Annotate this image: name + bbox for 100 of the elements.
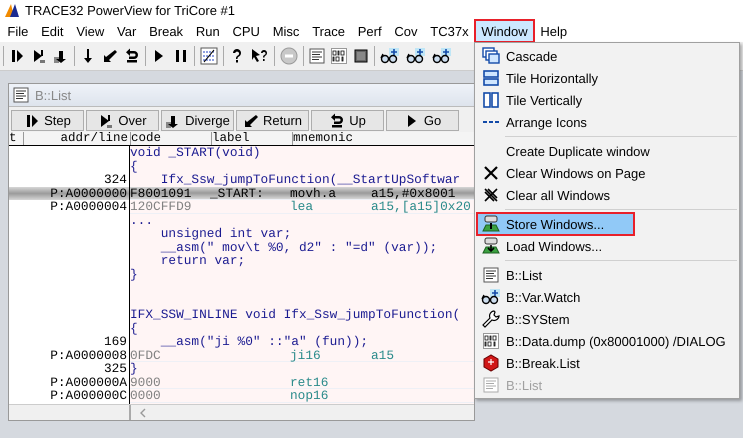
mnemonic-cell: ret16: [290, 374, 328, 390]
menu-item[interactable]: Var: [110, 20, 143, 42]
return-icon: [242, 112, 259, 128]
toolbar-button[interactable]: Diverge: [161, 110, 234, 131]
toolbar-button[interactable]: Up: [311, 110, 384, 131]
address-cell: P:A0000000: [50, 186, 127, 200]
wrench-icon: [482, 310, 500, 328]
app-logo-icon: [4, 2, 20, 18]
toolbar-button[interactable]: Over: [86, 110, 159, 131]
column-header[interactable]: t: [9, 131, 17, 145]
glasses-icon[interactable]: [380, 48, 400, 64]
mnemonic-cell: ji16: [290, 348, 321, 362]
menu-item[interactable]: Window: [474, 20, 534, 42]
menu-item[interactable]: Run: [189, 20, 226, 42]
stop-icon[interactable]: [280, 47, 298, 65]
step-over-icon: [98, 112, 114, 128]
menu-item[interactable]: Edit: [34, 20, 70, 42]
address-cell: P:A000000A: [50, 374, 127, 390]
opcode-cell: F8001091: [130, 186, 192, 200]
cascade-icon: [482, 47, 500, 65]
address-cell: P:A0000004: [50, 199, 127, 214]
source-line: }: [130, 268, 138, 281]
menu-item[interactable]: Create Duplicate window: [477, 140, 737, 162]
source-line: __asm("ji %0" ::"a" (fun));: [160, 335, 368, 348]
binary-icon[interactable]: [331, 48, 347, 64]
source-line: unsigned int var;: [160, 227, 292, 240]
toolbar-button[interactable]: Go: [386, 110, 459, 131]
menu-item[interactable]: Tile Horizontally: [477, 67, 737, 89]
source-line: ...: [130, 214, 154, 227]
context-help-icon[interactable]: [251, 48, 269, 64]
load-icon: [482, 237, 500, 255]
menu-item[interactable]: Break: [142, 20, 190, 42]
menu-item[interactable]: Clear all Windows: [477, 184, 737, 206]
store-icon: [482, 215, 500, 233]
menu-item[interactable]: File: [1, 20, 35, 42]
opcode-cell: 120CFFD9: [130, 199, 192, 214]
tile-vertical-icon: [482, 91, 500, 109]
operand-cell: a15,[a15]0x20: [371, 199, 471, 214]
column-header[interactable]: mnemonic: [293, 131, 354, 145]
chip-icon[interactable]: [353, 48, 369, 64]
address-cell: 325: [104, 361, 127, 376]
close-icon: [482, 164, 500, 182]
menu-item[interactable]: B::Break.List: [477, 352, 737, 374]
grid-icon[interactable]: [200, 47, 218, 65]
window-title: B::List: [35, 88, 72, 102]
menu-item[interactable]: Arrange Icons: [477, 111, 737, 133]
mnemonic-cell: lea: [290, 199, 314, 214]
source-line: Ifx_Ssw_jumpToFunction(__StartUpSoftwar: [160, 173, 460, 186]
column-header[interactable]: label: [212, 131, 250, 145]
menu-item[interactable]: B::Var.Watch: [477, 286, 737, 308]
return-icon[interactable]: [102, 48, 118, 64]
menu-item[interactable]: Help: [534, 20, 574, 42]
menu-item[interactable]: B::List: [477, 264, 737, 286]
menu-item[interactable]: Misc: [266, 20, 306, 42]
step-over-icon[interactable]: [31, 48, 47, 64]
address-cell: P:A0000008: [50, 348, 127, 362]
source-line: }: [130, 362, 138, 376]
cube-icon: [482, 354, 500, 372]
menu-item[interactable]: Cov: [388, 20, 424, 42]
toolbar-button[interactable]: Step: [11, 110, 84, 131]
source-line: return var;: [160, 254, 246, 268]
mnemonic-cell: nop16: [290, 388, 328, 403]
menu-item[interactable]: Load Windows...: [477, 235, 737, 257]
menu-item[interactable]: Tile Vertically: [477, 89, 737, 111]
double-x-icon: [482, 186, 500, 204]
source-line: __asm(" mov\t %0, d2" : "=d" (var));: [160, 240, 438, 254]
menu-item[interactable]: Clear Windows on Page: [477, 162, 737, 184]
pause-icon[interactable]: [173, 48, 189, 64]
column-header[interactable]: addr/line: [60, 131, 128, 145]
menu-item[interactable]: CPU: [226, 20, 266, 42]
source-line: IFX_SSW_INLINE void Ifx_Ssw_jumpToFunction(: [130, 308, 460, 322]
menu-item[interactable]: Trace: [306, 20, 352, 42]
menu-item[interactable]: TC37x: [424, 20, 475, 42]
list-icon: [483, 267, 499, 283]
menu-item[interactable]: B::SYStem: [477, 308, 737, 330]
dashes-icon: [483, 121, 499, 123]
operand-cell: a15,#0x8001: [371, 186, 456, 200]
menu-item[interactable]: View: [70, 20, 111, 42]
address-cell: 169: [104, 334, 127, 349]
step-icon[interactable]: [9, 48, 25, 64]
glasses-icon[interactable]: [406, 48, 426, 64]
label-cell: _START:: [210, 186, 264, 200]
source-line: void _START(void): [130, 146, 261, 160]
menu-item[interactable]: Store Windows...: [477, 213, 634, 235]
opcode-cell: 9000: [130, 374, 161, 390]
list-icon[interactable]: [309, 48, 325, 64]
address-cell: P:A000000C: [50, 388, 127, 403]
toolbar-button[interactable]: Return: [236, 110, 309, 131]
list-icon: [483, 377, 499, 393]
source-line: {: [130, 160, 138, 173]
menu-item[interactable]: Cascade: [477, 45, 737, 67]
window-title: TRACE32 PowerView for TriCore #1: [25, 2, 236, 18]
column-header[interactable]: code: [131, 131, 162, 145]
menu-item[interactable]: B::Data.dump (0x80001000) /DIALOG: [477, 330, 737, 352]
curved-arrow-icon[interactable]: [124, 48, 140, 64]
glasses-icon[interactable]: [432, 48, 452, 64]
opcode-cell: 0FDC: [130, 348, 161, 362]
tile-horizontal-icon: [482, 69, 500, 87]
source-line: {: [130, 322, 138, 335]
menu-item[interactable]: Perf: [351, 20, 388, 42]
